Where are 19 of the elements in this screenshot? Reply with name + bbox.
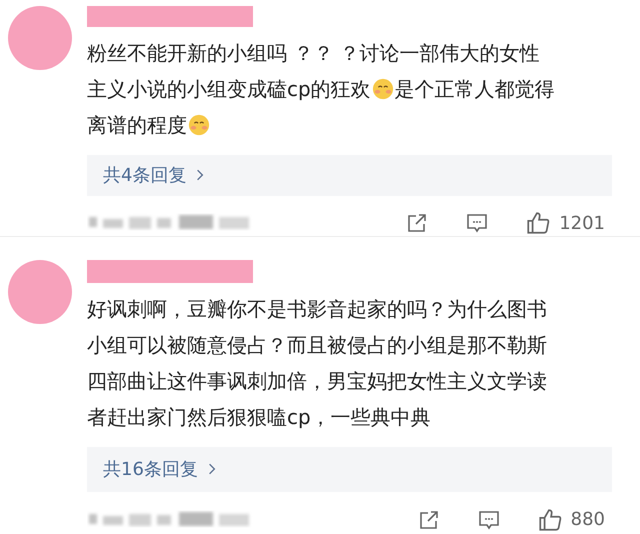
comment-text: 者赶出家门然后狠狠嗑cp，一些典中典: [87, 404, 431, 431]
view-replies-link[interactable]: 共4条回复: [87, 154, 612, 196]
comment-text: 好讽刺啊，豆瓣你不是书影音起家的吗？为什么图书: [87, 296, 547, 323]
thumbs-up-icon[interactable]: [536, 506, 563, 533]
chevron-right-icon: [196, 168, 204, 182]
comment-text: 离谱的程度: [87, 112, 187, 139]
view-replies-link[interactable]: 共16条回复: [87, 446, 612, 492]
comment-text: 主义小说的小组变成磕cp的狂欢: [87, 76, 371, 103]
chevron-right-icon: [208, 462, 216, 476]
like-count: 1201: [559, 212, 605, 234]
emoji-icon: [372, 78, 394, 100]
comment-text: 四部曲让这件事讽刺加倍，男宝妈把女性主义文学读: [87, 368, 547, 395]
comment-text: 是个正常人都觉得: [394, 76, 555, 103]
like-count: 880: [570, 509, 605, 530]
comment-icon[interactable]: [465, 211, 490, 235]
comment-text: 粉丝不能开新的小组吗 ？？ ？讨论一部伟大的女性: [87, 40, 540, 67]
thumbs-up-icon[interactable]: [525, 210, 552, 236]
comment-text: 小组可以被随意侵占？而且被侵占的小组是那不勒斯: [87, 332, 547, 359]
emoji-icon: [188, 114, 210, 136]
